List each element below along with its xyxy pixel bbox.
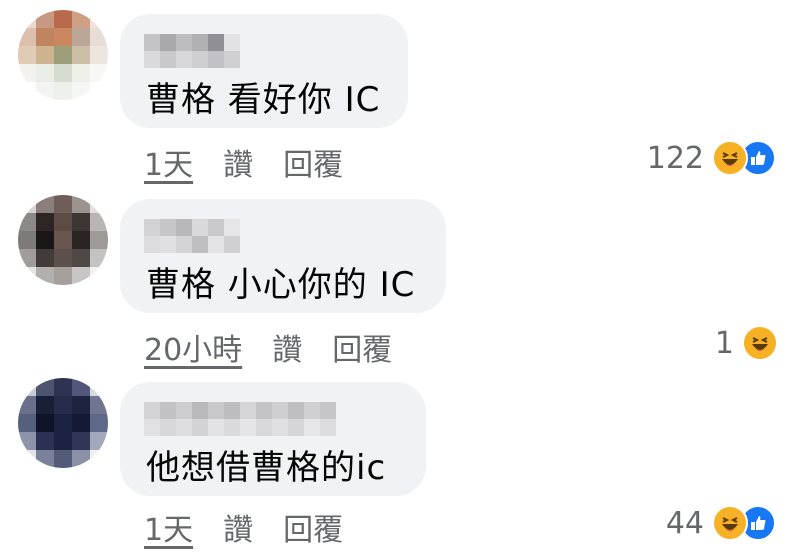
comment-timestamp[interactable]: 20小時 — [144, 325, 242, 369]
avatar[interactable] — [18, 10, 108, 100]
comment-timestamp[interactable]: 1天 — [144, 140, 193, 184]
reply-button[interactable]: 回覆 — [283, 505, 343, 549]
like-button[interactable]: 讚 — [223, 140, 253, 184]
avatar[interactable] — [18, 195, 108, 285]
author-name[interactable] — [144, 402, 336, 436]
like-button[interactable]: 讚 — [223, 505, 253, 549]
reply-button[interactable]: 回覆 — [332, 325, 392, 369]
comment-timestamp[interactable]: 1天 — [144, 505, 193, 549]
author-name[interactable] — [144, 34, 240, 68]
comment-text: 曹格 小心你的 IC — [146, 265, 416, 305]
reaction-summary[interactable]: 1 — [715, 325, 778, 361]
comment-bubble: 曹格 小心你的 IC — [120, 199, 446, 313]
author-name[interactable] — [144, 219, 240, 253]
reaction-count: 44 — [665, 505, 704, 541]
reaction-summary[interactable]: 44 — [666, 505, 776, 541]
comment-bubble: 他想借曹格的ic — [120, 382, 426, 496]
comment-text: 他想借曹格的ic — [146, 448, 387, 488]
comment-actions: 1天 讚 回覆 — [144, 505, 343, 549]
haha-icon — [712, 140, 748, 176]
comment-text: 曹格 看好你 IC — [146, 80, 381, 120]
avatar[interactable] — [18, 378, 108, 468]
reaction-count: 1 — [714, 325, 734, 361]
comment-actions: 1天 讚 回覆 — [144, 140, 343, 184]
like-button[interactable]: 讚 — [272, 325, 302, 369]
haha-icon — [712, 505, 748, 541]
haha-icon — [742, 325, 778, 361]
comment-actions: 20小時 讚 回覆 — [144, 325, 392, 369]
reaction-summary[interactable]: 122 — [647, 140, 776, 176]
reaction-count: 122 — [646, 140, 704, 176]
reply-button[interactable]: 回覆 — [283, 140, 343, 184]
comment-bubble: 曹格 看好你 IC — [120, 14, 408, 128]
